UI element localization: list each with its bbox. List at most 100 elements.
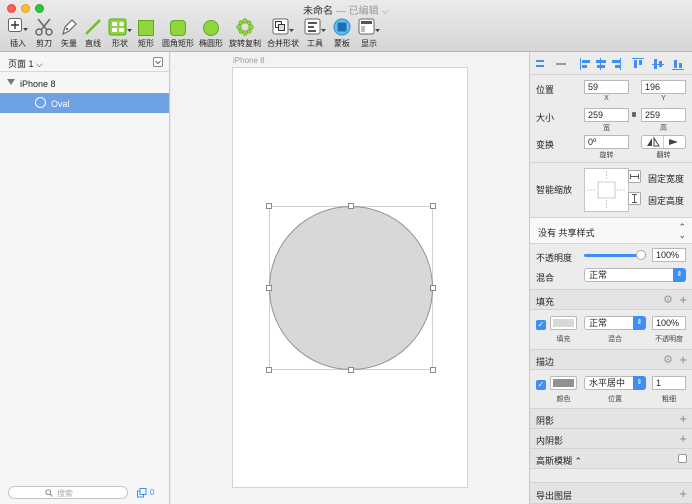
x-input[interactable]: 59 — [584, 80, 629, 94]
fill-enabled-checkbox[interactable]: ✓ — [536, 320, 546, 330]
resize-handle-top[interactable] — [348, 203, 354, 209]
toolbar-shapes-button[interactable]: 形状 — [107, 16, 133, 49]
resize-handle-left[interactable] — [266, 285, 272, 291]
collapse-pages-icon[interactable] — [153, 57, 163, 67]
scissors-icon — [35, 18, 53, 36]
blur-enabled-checkbox[interactable] — [678, 454, 687, 463]
toolbar-view-button[interactable]: 显示 — [357, 16, 381, 49]
opacity-input[interactable]: 100% — [652, 248, 686, 262]
y-input[interactable]: 196 — [641, 80, 686, 94]
add-export-plus-icon[interactable]: + — [679, 487, 687, 500]
window-titlebar: 未命名 — 已编辑 ⌵ 插入 剪刀 矢量 直线 形状 矩形 圆角矩形 椭圆形 旋… — [0, 0, 692, 52]
layers-filter-icon[interactable] — [137, 488, 147, 498]
add-inner-shadow-plus-icon[interactable]: + — [679, 432, 687, 445]
toolbar-mask-button[interactable]: 蒙板 — [331, 16, 353, 49]
artboard-layer-row[interactable]: iPhone 8 — [0, 74, 169, 93]
flip-buttons[interactable] — [641, 135, 686, 149]
rotate-copy-icon — [236, 18, 254, 36]
view-icon — [358, 18, 380, 35]
shapes-icon — [108, 18, 132, 36]
toolbar-label: 旋转复制 — [229, 39, 261, 48]
resize-handle-bottom-left[interactable] — [266, 367, 272, 373]
shared-style-chevron-icon: ⌃ ⌄ — [678, 222, 686, 240]
artboard-layer-name: iPhone 8 — [20, 79, 56, 89]
canvas-area[interactable]: iPhone 8 — [171, 52, 529, 504]
toolbar-scissors-button[interactable]: 剪刀 — [33, 16, 55, 49]
lock-ratio-icon[interactable] — [632, 112, 636, 117]
add-fill-plus-icon[interactable]: + — [679, 293, 687, 306]
oval-layer-row[interactable]: Oval — [0, 93, 169, 113]
width-caption: 宽 — [603, 125, 610, 132]
fill-blend-caption: 混合 — [608, 336, 622, 343]
page-selector[interactable]: 页面 1 ⌵ — [8, 57, 43, 70]
border-color-caption: 颜色 — [556, 396, 571, 403]
resizing-constraints-icon[interactable] — [585, 169, 628, 211]
shadow-header: 阴影 + — [530, 409, 692, 429]
blur-type-select[interactable]: 高斯模糊 ⌃ — [536, 454, 582, 467]
add-shadow-plus-icon[interactable]: + — [679, 412, 687, 425]
geometry-section: 位置 59 196 X Y 大小 259 259 宽 高 变换 0º 旋转 翻转 — [530, 75, 692, 163]
toolbar-oval-button[interactable]: 椭圆形 — [198, 16, 224, 49]
toolbar-rotate-copy-button[interactable]: 旋转复制 — [228, 16, 262, 49]
opacity-slider-knob[interactable] — [636, 250, 646, 260]
fixed-height-label: 固定高度 — [648, 196, 685, 206]
layer-search-field[interactable]: 搜索 — [8, 486, 128, 499]
border-position-select[interactable]: 水平居中 ⇕ — [584, 376, 646, 390]
fixed-height-icon[interactable] — [628, 192, 641, 205]
layers-sidebar: 页面 1 ⌵ iPhone 8 Oval 搜索 0 — [0, 52, 170, 504]
resizing-widget[interactable] — [584, 168, 629, 212]
resize-handle-top-left[interactable] — [266, 203, 272, 209]
toolbar-label: 显示 — [361, 39, 377, 48]
toolbar-rounded-rect-button[interactable]: 圆角矩形 — [160, 16, 196, 49]
height-caption: 高 — [660, 125, 667, 132]
fill-opacity-input[interactable]: 100% — [652, 316, 686, 330]
artboard-title[interactable]: iPhone 8 — [233, 56, 265, 65]
oval-icon — [203, 20, 219, 36]
toolbar-insert-button[interactable]: 插入 — [6, 16, 30, 49]
border-position-caption: 位置 — [608, 396, 622, 403]
border-thickness-input[interactable]: 1 — [652, 376, 686, 390]
add-border-plus-icon[interactable]: + — [679, 353, 687, 366]
resize-handle-bottom-right[interactable] — [430, 367, 436, 373]
toolbar-label: 剪刀 — [36, 39, 52, 48]
toolbar-label: 圆角矩形 — [162, 39, 194, 48]
border-settings-gear-icon[interactable]: ⚙ — [663, 353, 673, 366]
rotation-input[interactable]: 0º — [584, 135, 629, 149]
toolbar-rectangle-button[interactable]: 矩形 — [136, 16, 156, 49]
resize-handle-bottom[interactable] — [348, 367, 354, 373]
shared-style-select[interactable]: 没有 共享样式 — [538, 226, 595, 239]
select-chevron-icon: ⇕ — [633, 376, 646, 390]
fixed-width-icon[interactable] — [628, 170, 641, 183]
oval-shape[interactable] — [269, 206, 433, 370]
fill-settings-gear-icon[interactable]: ⚙ — [663, 293, 673, 306]
select-chevron-icon: ⇕ — [633, 316, 646, 330]
fill-color-swatch[interactable] — [550, 316, 577, 330]
toolbar-tools-button[interactable]: 工具 — [304, 16, 326, 49]
height-input[interactable]: 259 — [641, 108, 686, 122]
toolbar-label: 形状 — [112, 39, 128, 48]
resize-handle-top-right[interactable] — [430, 203, 436, 209]
shadow-title: 阴影 — [536, 416, 555, 426]
toolbar-label: 工具 — [307, 39, 323, 48]
toolbar-label: 椭圆形 — [199, 39, 223, 48]
blend-label: 混合 — [536, 273, 555, 283]
resize-handle-right[interactable] — [430, 285, 436, 291]
combine-icon — [272, 18, 294, 35]
border-color-swatch[interactable] — [550, 376, 577, 390]
border-enabled-checkbox[interactable]: ✓ — [536, 380, 546, 390]
transform-label: 变换 — [536, 140, 555, 150]
iphone-8-artboard[interactable] — [232, 67, 468, 488]
blend-select[interactable]: 正常 ⇕ — [584, 268, 686, 282]
window-title: 未命名 — 已编辑 ⌵ — [0, 2, 692, 17]
appearance-section: 不透明度 100% 混合 正常 ⇕ — [530, 244, 692, 290]
fill-blend-select[interactable]: 正常 ⇕ — [584, 316, 646, 330]
disclosure-triangle-icon[interactable] — [7, 79, 15, 85]
toolbar-label: 蒙板 — [334, 39, 350, 48]
toolbar-vector-button[interactable]: 矢量 — [58, 16, 80, 49]
toolbar-line-button[interactable]: 直线 — [82, 16, 104, 49]
shared-style-section[interactable]: 没有 共享样式 ⌃ ⌄ — [530, 218, 692, 244]
toolbar-combine-button[interactable]: 合并形状 — [266, 16, 300, 49]
flip-horizontal-icon[interactable] — [642, 136, 685, 148]
width-input[interactable]: 259 — [584, 108, 629, 122]
search-icon — [45, 489, 53, 497]
